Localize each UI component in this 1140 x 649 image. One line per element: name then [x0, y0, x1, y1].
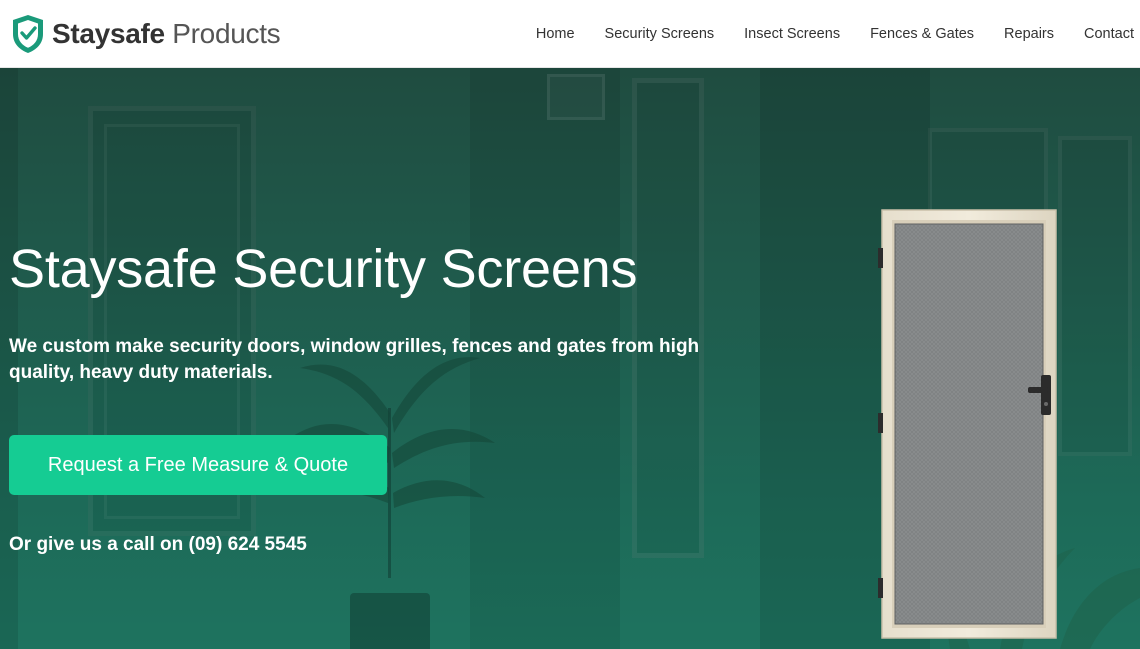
brand-name-strong: Staysafe: [52, 17, 165, 49]
hero-title: Staysafe Security Screens: [9, 239, 638, 299]
site-header: Staysafe Products Home Security Screens …: [0, 0, 1140, 68]
phone-number[interactable]: (09) 624 5545: [189, 534, 307, 555]
nav-fences-gates[interactable]: Fences & Gates: [870, 26, 974, 42]
call-line: Or give us a call on (09) 624 5545: [9, 534, 609, 556]
brand-name: Staysafe Products: [52, 17, 281, 49]
nav-contact[interactable]: Contact: [1084, 26, 1134, 42]
security-door-image: [878, 209, 1057, 639]
logo[interactable]: Staysafe Products: [11, 0, 281, 68]
nav-repairs[interactable]: Repairs: [1004, 26, 1054, 42]
hero-section: Staysafe Security Screens We custom make…: [0, 68, 1140, 649]
request-quote-button[interactable]: Request a Free Measure & Quote: [9, 435, 387, 495]
nav-insect-screens[interactable]: Insect Screens: [744, 26, 840, 42]
hero-description: We custom make security doors, window gr…: [9, 336, 700, 383]
main-nav: Home Security Screens Insect Screens Fen…: [506, 0, 1134, 68]
nav-security-screens[interactable]: Security Screens: [605, 26, 715, 42]
shield-icon: [13, 14, 43, 53]
call-prefix: Or give us a call on: [9, 534, 184, 555]
nav-home[interactable]: Home: [536, 26, 575, 42]
brand-name-light: Products: [172, 17, 281, 49]
